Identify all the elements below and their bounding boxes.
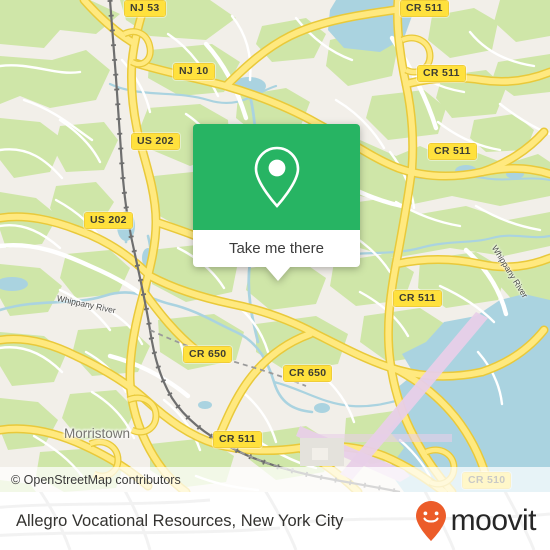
road-shield: CR 650 <box>283 365 333 382</box>
road-shield: NJ 53 <box>124 0 166 17</box>
road-shield: CR 650 <box>183 346 233 363</box>
road-shield-label: NJ 53 <box>125 1 165 16</box>
callout-pointer-tail <box>265 266 291 281</box>
map-attribution-bar: © OpenStreetMap contributors <box>0 467 550 492</box>
road-shield-label: US 202 <box>132 134 179 149</box>
road-shield: NJ 10 <box>173 63 215 80</box>
map-canvas[interactable]: NJ 53 NJ 10 CR 511 CR 511 CR 511 US 202 … <box>0 0 550 492</box>
moovit-wordmark: moovit <box>450 504 537 537</box>
page-title: Allegro Vocational Resources, New York C… <box>16 511 344 530</box>
map-pin-icon <box>254 146 299 208</box>
road-shield-label: CR 511 <box>429 144 476 159</box>
callout-footer[interactable]: Take me there <box>193 230 360 281</box>
road-shield-label: CR 511 <box>418 66 465 81</box>
road-shield: CR 511 <box>417 65 466 82</box>
road-shield-label: NJ 10 <box>174 64 214 79</box>
road-shield-label: CR 650 <box>184 347 232 362</box>
road-shield-label: CR 650 <box>284 366 332 381</box>
footer-bar: Allegro Vocational Resources, New York C… <box>0 492 550 550</box>
map-screenshot: NJ 53 NJ 10 CR 511 CR 511 CR 511 US 202 … <box>0 0 550 550</box>
map-attribution-text[interactable]: © OpenStreetMap contributors <box>0 473 181 487</box>
moovit-pin-logo-icon <box>415 501 446 541</box>
road-shield-label: CR 511 <box>394 291 441 306</box>
road-shield: CR 511 <box>428 143 477 160</box>
take-me-there-label: Take me there <box>228 240 325 257</box>
place-label-morristown: Morristown <box>64 426 131 441</box>
road-shield-label: US 202 <box>85 213 132 228</box>
moovit-brand[interactable]: moovit <box>414 500 550 542</box>
road-shield-label: CR 511 <box>214 432 261 447</box>
road-shield-label: CR 511 <box>401 1 448 16</box>
location-callout-card[interactable]: Take me there <box>193 124 360 281</box>
callout-header <box>193 124 360 230</box>
road-shield: CR 511 <box>213 431 262 448</box>
road-shield: CR 511 <box>400 0 449 17</box>
road-shield: US 202 <box>84 212 133 229</box>
road-shield: CR 511 <box>393 290 442 307</box>
road-shield: US 202 <box>131 133 180 150</box>
